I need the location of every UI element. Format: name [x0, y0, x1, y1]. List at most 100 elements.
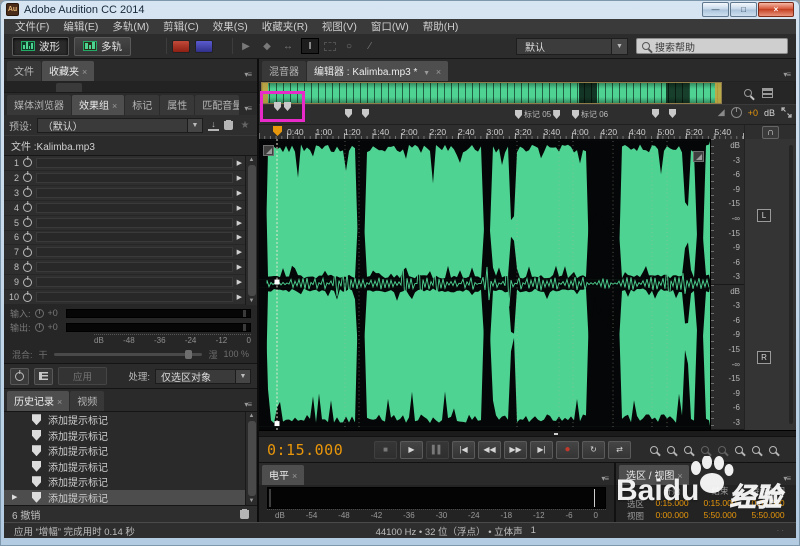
zoom-reset-icon[interactable] — [718, 446, 726, 454]
play-button[interactable]: ▶ — [400, 441, 423, 459]
panel-menu-icon[interactable]: ▾≡ — [601, 474, 611, 485]
power-icon[interactable] — [23, 173, 32, 182]
waveform-display[interactable] — [259, 139, 710, 430]
power-icon[interactable] — [23, 233, 32, 242]
selection-duration[interactable]: 0:00.000 — [744, 498, 792, 510]
channel-widget-icon[interactable] — [693, 151, 704, 162]
channel-widget-icon[interactable] — [263, 145, 274, 156]
mix-slider[interactable] — [54, 353, 203, 356]
view-duration[interactable]: 5:50.000 — [744, 510, 792, 522]
amplitude-ruler[interactable]: dB-3-6-9-15-∞-15-9-6-3 dB-3-6-9-15-∞-15-… — [710, 139, 744, 430]
zoom-icon[interactable] — [744, 89, 752, 97]
menu-item[interactable]: 收藏夹(R) — [255, 19, 315, 34]
marker-flag-icon[interactable] — [274, 102, 281, 111]
effect-slot-row[interactable]: 6 ▶ — [4, 231, 245, 246]
effect-slot-row[interactable]: 9 ▶ — [4, 275, 245, 290]
marker-flag-icon[interactable] — [284, 102, 291, 111]
menu-item[interactable]: 窗口(W) — [364, 19, 416, 34]
rewind-button[interactable]: ◀◀ — [478, 441, 501, 459]
history-item[interactable]: 添加提示标记 — [4, 459, 245, 475]
scroll-down-icon[interactable]: ▼ — [249, 298, 255, 304]
panel-menu-icon[interactable]: ▾≡ — [244, 400, 254, 411]
power-icon[interactable] — [23, 278, 32, 287]
zoom-both-icon[interactable] — [769, 446, 777, 454]
effect-slot-row[interactable]: 10 ▶ — [4, 290, 245, 305]
marker-flag-icon[interactable] — [362, 109, 369, 118]
effect-slot[interactable] — [36, 262, 233, 272]
chevron-right-icon[interactable]: ▶ — [237, 278, 242, 286]
tab-favorites[interactable]: 收藏夹× — [42, 61, 94, 81]
effect-slot-row[interactable]: 7 ▶ — [4, 245, 245, 260]
selection-end[interactable]: 0:15.000 — [696, 498, 744, 510]
marquee-selection-tool[interactable] — [324, 42, 336, 51]
close-icon[interactable]: × — [112, 101, 117, 111]
chevron-right-icon[interactable]: ▶ — [237, 189, 242, 197]
rack-power-button[interactable] — [10, 368, 29, 385]
effect-slot-row[interactable]: 1 ▶ — [4, 156, 245, 171]
tab-media-browser[interactable]: 媒体浏览器 — [7, 95, 71, 115]
gain-knob[interactable] — [731, 107, 742, 118]
marker-bar[interactable]: 标记 05 标记 06 ◢ +0 dB — [259, 104, 796, 124]
tab-files[interactable]: 文件 — [7, 61, 41, 81]
output-gain-knob[interactable] — [35, 323, 44, 332]
record-button[interactable]: ● — [556, 441, 579, 459]
horizontal-scrollbar[interactable] — [259, 430, 796, 436]
view-end[interactable]: 5:50.000 — [696, 510, 744, 522]
left-channel-toggle[interactable]: L — [757, 209, 771, 222]
effect-slot-row[interactable]: 3 ▶ — [4, 186, 245, 201]
panel-menu-icon[interactable]: ▾≡ — [783, 70, 793, 81]
marker-flag-icon[interactable] — [345, 109, 352, 118]
scroll-thumb[interactable] — [248, 165, 256, 296]
process-select[interactable]: 仅选区对象 ▼ — [155, 369, 251, 384]
fast-forward-button[interactable]: ▶▶ — [504, 441, 527, 459]
view-start[interactable]: 0:00.000 — [648, 510, 696, 522]
fade-icon[interactable]: ◢ — [718, 107, 725, 118]
save-preset-icon[interactable]: ↓ — [208, 120, 219, 131]
maximize-button[interactable]: □ — [730, 2, 757, 17]
menu-item[interactable]: 效果(S) — [206, 19, 255, 34]
chevron-right-icon[interactable]: ▶ — [237, 159, 242, 167]
chevron-right-icon[interactable]: ▶ — [237, 174, 242, 182]
tab-editor[interactable]: 编辑器 : Kalimba.mp3 * ▼ × — [307, 61, 448, 81]
playhead-handle[interactable] — [273, 126, 282, 136]
chevron-right-icon[interactable]: ▶ — [237, 263, 242, 271]
panel-menu-icon[interactable]: ▾≡ — [244, 104, 254, 115]
preset-select[interactable]: （默认） ▼ — [37, 118, 203, 133]
loop-playback-button[interactable]: ↻ — [582, 441, 605, 459]
effect-slot[interactable] — [36, 218, 233, 228]
close-button[interactable]: × — [758, 2, 794, 17]
headphone-icon[interactable]: ∩ — [762, 126, 779, 139]
tab-effects-rack[interactable]: 效果组× — [72, 95, 124, 115]
history-item[interactable]: 添加提示标记 — [4, 474, 245, 490]
selection-start[interactable]: 0:15.000 — [648, 498, 696, 510]
move-tool[interactable]: ▶ — [238, 41, 254, 52]
power-icon[interactable] — [23, 218, 32, 227]
favorite-star-icon[interactable]: ★ — [238, 120, 252, 131]
menu-item[interactable]: 帮助(H) — [416, 19, 466, 34]
rack-list-button[interactable] — [34, 368, 53, 385]
pause-button[interactable]: ▌▌ — [426, 441, 449, 459]
rack-scrollbar[interactable]: ▲ ▼ — [245, 156, 257, 305]
marker-flag-icon[interactable] — [652, 109, 659, 118]
history-scrollbar[interactable]: ▲ ▼ — [245, 412, 257, 505]
zoom-in-icon[interactable] — [650, 446, 658, 454]
marker-label[interactable]: 标记 06 — [581, 109, 608, 120]
power-icon[interactable] — [23, 203, 32, 212]
tab-match-volume[interactable]: 匹配音量 — [195, 95, 239, 115]
power-icon[interactable] — [23, 248, 32, 257]
tab-video[interactable]: 视频 — [70, 391, 104, 411]
marker-flag-icon[interactable] — [669, 109, 676, 118]
zoom-selection-icon[interactable] — [701, 446, 709, 454]
workspace-select[interactable]: 默认 ▼ — [516, 38, 628, 55]
multitrack-view-button[interactable]: 多轨 — [74, 37, 131, 56]
close-icon[interactable]: × — [292, 471, 297, 481]
menu-item[interactable]: 视图(V) — [315, 19, 364, 34]
time-selection-tool[interactable]: I — [301, 38, 319, 54]
tab-mixer[interactable]: 混音器 — [262, 61, 306, 81]
stop-button[interactable]: ■ — [374, 441, 397, 459]
close-icon[interactable]: × — [82, 67, 87, 77]
power-icon[interactable] — [23, 293, 32, 302]
menu-item[interactable]: 多轨(M) — [105, 19, 156, 34]
menu-item[interactable]: 剪辑(C) — [156, 19, 206, 34]
history-item[interactable]: 添加提示标记 — [4, 428, 245, 444]
